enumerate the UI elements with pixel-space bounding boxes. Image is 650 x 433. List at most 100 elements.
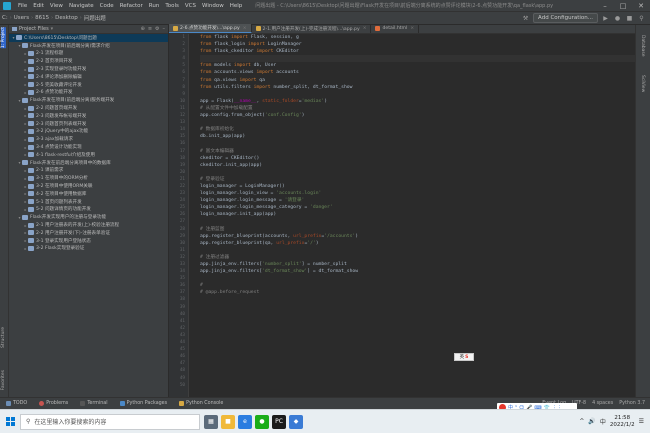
code-line[interactable] — [200, 140, 635, 147]
code-line[interactable]: from models import db, User — [200, 62, 635, 69]
python-packages-tool-button[interactable]: Python Packages — [114, 401, 174, 406]
menu-refactor[interactable]: Refactor — [117, 3, 146, 9]
collapse-icon[interactable]: ≡ — [148, 26, 152, 32]
tree-item[interactable]: ▾ Flask开发在项目(前后端分离)服务端开发 — [9, 96, 168, 104]
edge-browser-icon[interactable]: e — [238, 414, 252, 429]
code-line[interactable]: app = Flask(__name__, static_folder='med… — [200, 98, 635, 105]
pycharm-taskbar-icon[interactable]: PC — [272, 414, 286, 429]
tree-item[interactable]: ▸ 3-1 登录实现用户登陆状态 — [9, 237, 168, 245]
code-content[interactable]: from flask import Flask, session, g from … — [200, 34, 635, 296]
tree-item[interactable]: ▸ 3-1 在项目中的ORM分析 — [9, 174, 168, 182]
problems-tool-button[interactable]: Problems — [33, 401, 74, 406]
code-line[interactable]: # 从配置文件中加载配置 — [200, 105, 635, 112]
code-line[interactable]: # 注册蓝图 — [200, 226, 635, 233]
menu-vcs[interactable]: VCS — [182, 3, 199, 9]
close-tab-icon[interactable]: × — [243, 26, 247, 31]
locate-icon[interactable]: ⊕ — [141, 26, 145, 32]
tree-item[interactable]: ▸ 3-2 jQuery中的ajax功能 — [9, 128, 168, 136]
project-tool-tab[interactable]: 1: Project — [1, 27, 6, 49]
code-line[interactable] — [200, 91, 635, 98]
code-line[interactable]: from flask_ckeditor import CKEditor — [200, 48, 635, 55]
code-line[interactable]: from qa.views import qa — [200, 77, 635, 84]
breadcrumb-desktop[interactable]: Desktop — [53, 15, 80, 21]
code-line[interactable]: ckeditor.init_app(app) — [200, 162, 635, 169]
hammer-icon[interactable]: ⚒ — [521, 14, 530, 23]
app-icon[interactable]: ◆ — [289, 414, 303, 429]
favorites-tool-tab[interactable]: Favorites — [1, 370, 6, 390]
menu-tools[interactable]: Tools — [162, 3, 182, 9]
code-line[interactable] — [200, 55, 635, 63]
tree-item[interactable]: ▸ 2-3 问题发布帐号端开发 — [9, 112, 168, 120]
code-line[interactable]: # 注册过滤器 — [200, 254, 635, 261]
wechat-icon[interactable]: ● — [255, 414, 269, 429]
hide-icon[interactable]: – — [163, 26, 166, 32]
terminal-tool-button[interactable]: Terminal — [74, 401, 113, 406]
taskbar-clock[interactable]: 21:58 2022/1/2 — [610, 415, 635, 429]
code-line[interactable]: # 数据库初始化 — [200, 126, 635, 133]
maximize-icon[interactable]: □ — [614, 0, 632, 12]
input-language-icon[interactable]: 中 — [600, 417, 606, 426]
code-line[interactable]: login_manager.login_message = '请登录' — [200, 197, 635, 204]
todo-tool-button[interactable]: TODO — [0, 401, 33, 406]
tree-item[interactable]: ▸ 2-5 完美收藏评论开发 — [9, 81, 168, 89]
tree-item[interactable]: ▸ 2-2 首页项目开发 — [9, 57, 168, 65]
add-configuration-button[interactable]: Add Configuration... — [533, 13, 598, 23]
tree-item[interactable]: ▸ 4-2 在项目中使用数据库 — [9, 190, 168, 198]
task-view-icon[interactable]: ▦ — [204, 414, 218, 429]
notification-icon[interactable]: ☰ — [639, 418, 644, 425]
breadcrumb-folder[interactable]: 问题出题 — [82, 14, 108, 22]
tree-item[interactable]: ▸ 3-4 点赞设计功能实现 — [9, 143, 168, 151]
code-line[interactable] — [200, 247, 635, 254]
code-line[interactable] — [200, 119, 635, 126]
tree-item[interactable]: ▾ Flask开发实现用户的注册与登录功能 — [9, 213, 168, 221]
menu-view[interactable]: View — [47, 3, 66, 9]
structure-tool-tab[interactable]: Structure — [1, 327, 6, 348]
code-line[interactable]: from accounts.views import accounts — [200, 69, 635, 76]
code-line[interactable]: login_manager.init_app(app) — [200, 211, 635, 218]
volume-icon[interactable]: 🔊 — [588, 418, 595, 425]
tree-item[interactable]: ▸ 5-1 首页问题列表开发 — [9, 198, 168, 206]
tree-item[interactable]: ▸ 2-4 评论添加删除编辑 — [9, 73, 168, 81]
code-line[interactable]: # 富文本编辑器 — [200, 148, 635, 155]
interpreter-status[interactable]: Python 3.7 — [619, 401, 645, 406]
breadcrumb-user[interactable]: 8615 — [33, 15, 51, 21]
sciview-tool-tab[interactable]: SciView — [640, 75, 645, 92]
code-line[interactable]: # — [200, 282, 635, 289]
stop-icon[interactable]: ■ — [625, 14, 634, 23]
code-line[interactable]: app.config.from_object('conf.Config') — [200, 112, 635, 119]
menu-code[interactable]: Code — [97, 3, 117, 9]
code-line[interactable]: app.jinja_env.filters['number_split'] = … — [200, 261, 635, 268]
close-icon[interactable]: ✕ — [632, 0, 650, 12]
file-explorer-icon[interactable]: ■ — [221, 414, 235, 429]
close-tab-icon[interactable]: × — [410, 26, 414, 31]
code-line[interactable]: ckeditor = CKEditor() — [200, 155, 635, 162]
tree-item[interactable]: ▸ 2-3 实现登录时功能开发 — [9, 65, 168, 73]
code-line[interactable]: db.init_app(app) — [200, 133, 635, 140]
editor-tab[interactable]: detail.html × — [371, 24, 420, 33]
tree-item[interactable]: ▸ 2-2 用户注册开发(下)-注册表单验证 — [9, 229, 168, 237]
tree-item[interactable]: ▾ Flask开发在前后端分离项目中的数据库 — [9, 159, 168, 167]
gear-icon[interactable]: ⚙ — [155, 26, 159, 32]
editor-tab[interactable]: 2-1.用户注册开发(上)-完成注册流程\...\app.py × — [252, 24, 372, 33]
tree-item[interactable]: ▸ 4-1 flask-restful介绍及使用 — [9, 151, 168, 159]
code-line[interactable] — [200, 169, 635, 176]
tree-item[interactable]: ▸ 2-2 问题首页端开发 — [9, 104, 168, 112]
tree-item[interactable]: ▸ 2-1 用户注册表的开发(上)-校验注册流程 — [9, 221, 168, 229]
tray-overflow-icon[interactable]: ^ — [579, 418, 584, 425]
code-line[interactable] — [200, 218, 635, 225]
debug-icon[interactable]: ● — [613, 14, 622, 23]
menu-navigate[interactable]: Navigate — [66, 3, 97, 9]
menu-window[interactable]: Window — [199, 3, 227, 9]
code-line[interactable]: app.register_blueprint(qa, url_prefix='/… — [200, 240, 635, 247]
run-icon[interactable]: ▶ — [601, 14, 610, 23]
taskbar-search-box[interactable]: ⚲ 在这里输入你要搜索的内容 — [20, 413, 200, 430]
menu-file[interactable]: File — [15, 3, 30, 9]
code-line[interactable]: from flask_login import LoginManager — [200, 41, 635, 48]
project-panel-title[interactable]: Project Files — [19, 26, 49, 32]
tree-item[interactable]: ▸ 3-3 ajax加载请求 — [9, 135, 168, 143]
tree-item[interactable]: ▸ 3-2 在项目中使用ORM关联 — [9, 182, 168, 190]
code-line[interactable]: from flask import Flask, session, g — [200, 34, 635, 41]
chevron-down-icon[interactable]: ▾ — [51, 26, 54, 32]
code-line[interactable]: app.jinja_env.filters['dt_format_show'] … — [200, 268, 635, 275]
tree-item[interactable]: ▸ 2-3 问题首页列表端开发 — [9, 120, 168, 128]
